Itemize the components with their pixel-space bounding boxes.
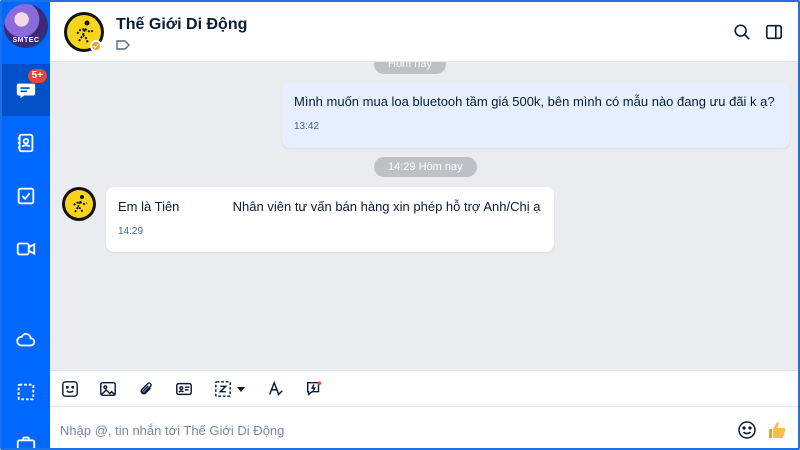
emoji-icon bbox=[738, 421, 756, 439]
contact-book-icon bbox=[17, 133, 34, 153]
contact-name[interactable]: Thế Giới Di Động bbox=[116, 16, 247, 34]
sender-avatar[interactable] bbox=[62, 187, 96, 221]
quick-message-button[interactable] bbox=[304, 379, 324, 399]
quick-like-button[interactable] bbox=[766, 419, 788, 441]
sidebar-item-cloud[interactable] bbox=[2, 314, 50, 366]
emoji-button[interactable] bbox=[736, 419, 758, 441]
attachment-icon bbox=[140, 382, 152, 395]
sidebar-item-video-call[interactable] bbox=[2, 223, 50, 275]
text-format-button[interactable] bbox=[266, 379, 286, 399]
checkbox-icon bbox=[17, 187, 35, 205]
sidebar-item-todo[interactable] bbox=[2, 170, 50, 222]
app-window: SMTEC 5+ Thế Giới Di Động Hôm nay Mình m… bbox=[0, 0, 800, 450]
sidebar: SMTEC 5+ bbox=[2, 2, 50, 448]
sender-logo bbox=[65, 190, 93, 218]
thumbs-up-icon bbox=[769, 422, 786, 438]
message-text-part1: Em là Tiên bbox=[118, 199, 180, 214]
chat-header: Thế Giới Di Động bbox=[50, 2, 798, 62]
screenshot-dropdown-button[interactable] bbox=[212, 379, 248, 399]
message-time: 13:42 bbox=[294, 121, 320, 132]
date-divider: 14:29 Hôm nay bbox=[374, 157, 477, 177]
video-camera-icon bbox=[16, 242, 36, 256]
profile-avatar[interactable]: SMTEC bbox=[4, 4, 48, 48]
composer-toolbar bbox=[50, 370, 798, 407]
sidebar-item-contacts[interactable] bbox=[2, 117, 50, 169]
text-format-icon bbox=[269, 380, 283, 396]
screenshot-icon bbox=[215, 381, 231, 397]
profile-caption: SMTEC bbox=[12, 37, 40, 44]
briefcase-icon bbox=[16, 436, 36, 448]
running-man-logo-icon bbox=[72, 195, 88, 214]
toggle-info-panel-button[interactable] bbox=[764, 22, 784, 42]
caret-down-icon bbox=[237, 387, 245, 392]
message-list[interactable]: Hôm nay Mình muốn mua loa bluetooh tầm g… bbox=[50, 62, 798, 370]
message-bubble-outgoing[interactable]: Mình muốn mua loa bluetooh tầm giá 500k,… bbox=[282, 82, 790, 148]
message-text-part2: Nhân viên tư vấn bán hàng xin phép hỗ tr… bbox=[232, 199, 541, 214]
send-image-button[interactable] bbox=[98, 379, 118, 399]
quick-message-icon bbox=[306, 381, 322, 396]
sidebar-item-toolbox[interactable] bbox=[2, 418, 50, 448]
message-composer bbox=[50, 407, 798, 448]
label-tag-icon[interactable] bbox=[116, 39, 130, 51]
image-icon bbox=[100, 381, 116, 397]
capture-frame-icon bbox=[17, 383, 35, 401]
date-divider: Hôm nay bbox=[374, 62, 447, 74]
message-text: Mình muốn mua loa bluetooh tầm giá 500k,… bbox=[294, 94, 775, 109]
unread-badge: 5+ bbox=[27, 69, 47, 83]
side-panel-icon bbox=[765, 24, 783, 40]
sidebar-item-screenshot[interactable] bbox=[2, 366, 50, 418]
message-bubble-incoming[interactable]: Em là Tiên Nhân viên tư vấn bán hàng xin… bbox=[106, 187, 554, 252]
sticker-button[interactable] bbox=[60, 379, 80, 399]
message-input[interactable] bbox=[60, 417, 720, 443]
attach-file-button[interactable] bbox=[136, 379, 156, 399]
search-icon bbox=[734, 24, 750, 40]
sidebar-item-messages[interactable]: 5+ bbox=[2, 64, 50, 116]
message-time: 14:29 bbox=[118, 226, 144, 237]
message-text: Em là Tiên Nhân viên tư vấn bán hàng xin… bbox=[118, 199, 542, 214]
cloud-icon bbox=[16, 333, 36, 347]
verified-badge-icon bbox=[90, 40, 102, 52]
contact-card-icon bbox=[176, 382, 192, 396]
send-contact-card-button[interactable] bbox=[174, 379, 194, 399]
sticker-icon bbox=[62, 381, 78, 397]
search-button[interactable] bbox=[732, 22, 752, 42]
